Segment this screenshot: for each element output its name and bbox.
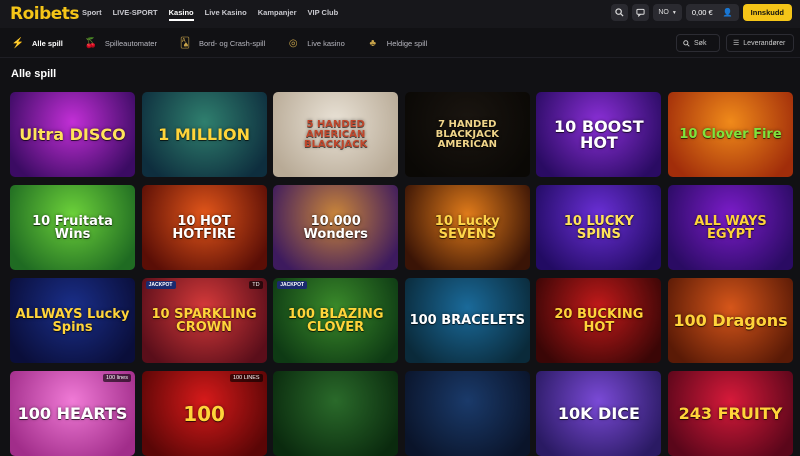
clover-icon: ♣: [369, 37, 377, 49]
search-button[interactable]: Søk: [676, 34, 720, 52]
game-tile[interactable]: 243 FRUITY: [668, 371, 793, 456]
jackpot-badge: JACKPOT: [145, 281, 176, 289]
balance-value: 0,00 €: [691, 8, 713, 17]
game-tile[interactable]: 100 Dragons: [668, 278, 793, 363]
game-title: 10 Fruitata Wins: [32, 213, 113, 242]
game-title: 100 BRACELETS: [409, 313, 526, 328]
game-title: 10 SPARKLING CROWN: [151, 306, 257, 335]
game-title: 5 HANDED AMERICAN BLACKJACK: [304, 118, 368, 150]
game-tile[interactable]: 1 MILLION: [141, 92, 267, 177]
game-tile[interactable]: 10 Fruitata Wins: [10, 185, 135, 270]
tab-label: Heldige spill: [386, 38, 428, 48]
list-icon: ☰: [733, 40, 740, 47]
game-tile[interactable]: 10.000 Wonders: [273, 185, 399, 270]
game-title: Ultra DISCO: [19, 124, 126, 144]
game-title: ALLWAYS Lucky Spins: [15, 306, 130, 335]
language-selector[interactable]: NO ▼: [653, 4, 682, 21]
tab-label: Alle spill: [32, 38, 63, 48]
providers-label: Leverandører: [743, 39, 786, 47]
lines-badge: 100 lines: [102, 374, 131, 382]
tab-live-casino[interactable]: ◎ Live kasino: [287, 37, 345, 49]
game-tile[interactable]: 10 BOOST HOT: [536, 92, 662, 177]
nav-kampanjer[interactable]: Kampanjer: [258, 8, 297, 21]
game-tile[interactable]: 7 HANDED BLACKJACK AMERICAN: [404, 92, 530, 177]
game-title: 7 HANDED BLACKJACK AMERICAN: [435, 118, 499, 150]
game-tile[interactable]: 10 LUCKY SPINS: [536, 185, 662, 270]
game-tile[interactable]: Ultra DISCO: [10, 92, 135, 177]
game-tile[interactable]: 10 Clover Fire: [668, 92, 793, 177]
jackpot-badge: JACKPOT: [277, 281, 308, 289]
roibets-logo[interactable]: Roibets: [10, 4, 80, 24]
game-title: 243 FRUITY: [678, 403, 783, 423]
user-icon: 👤: [722, 8, 733, 17]
chat-button[interactable]: [632, 4, 650, 21]
game-title: 10 HOT HOTFIRE: [172, 213, 236, 242]
search-label: Søk: [694, 39, 707, 47]
game-title: 1 MILLION: [158, 124, 251, 144]
deposit-button[interactable]: Innskudd: [742, 4, 792, 21]
game-title: 20 BUCKING HOT: [554, 306, 644, 335]
tab-lucky-games[interactable]: ♣ Heldige spill: [367, 37, 428, 49]
game-tile[interactable]: ALLWAYS Lucky Spins: [10, 278, 135, 363]
game-tile[interactable]: 10 SPARKLING CROWN TD JACKPOT: [141, 278, 267, 363]
search-icon: [683, 39, 690, 47]
game-tile[interactable]: 100 HEARTS 100 lines: [10, 371, 135, 456]
tab-table-crash[interactable]: 🂡 Bord- og Crash-spill: [179, 37, 265, 49]
search-icon-button[interactable]: [611, 4, 629, 21]
game-tile[interactable]: 10K DICE: [536, 371, 662, 456]
top-navigation-bar: Roibets Sport LIVE-SPORT Kasino Live Kas…: [0, 0, 800, 28]
game-tile[interactable]: 5 HANDED AMERICAN BLACKJACK: [273, 92, 399, 177]
game-tile[interactable]: 10 Lucky SEVENS: [404, 185, 530, 270]
game-title: 10 Lucky SEVENS: [434, 213, 500, 242]
game-tile[interactable]: 10 HOT HOTFIRE: [141, 185, 267, 270]
chevron-down-icon: ▼: [671, 9, 677, 16]
cards-icon: 🂡: [179, 37, 191, 49]
cherry-icon: 🍒: [84, 37, 98, 49]
game-title: 10 LUCKY SPINS: [563, 213, 634, 242]
game-tile[interactable]: ALL WAYS EGYPT: [668, 185, 793, 270]
chat-icon: [636, 8, 645, 17]
td-badge: TD: [249, 281, 263, 289]
game-tile[interactable]: 20 BUCKING HOT: [536, 278, 662, 363]
nav-live-kasino[interactable]: Live Kasino: [205, 8, 247, 21]
tab-all-games[interactable]: ⚡ Alle spill: [12, 37, 63, 49]
game-tile[interactable]: 100 100 LINES: [141, 371, 267, 456]
game-title: ALL WAYS EGYPT: [694, 213, 767, 242]
game-tile[interactable]: 100 BLAZING CLOVER JACKPOT: [273, 278, 399, 363]
main-nav: Sport LIVE-SPORT Kasino Live Kasino Kamp…: [82, 8, 338, 21]
game-title: 100 HEARTS: [17, 403, 128, 423]
lines-badge: 100 LINES: [229, 374, 263, 382]
nav-vip-club[interactable]: VIP Club: [308, 8, 339, 21]
nav-sport[interactable]: Sport: [82, 8, 102, 21]
balance-display[interactable]: 0,00 € 👤: [685, 4, 739, 21]
tab-label: Live kasino: [307, 38, 345, 48]
game-title: 10K DICE: [557, 403, 640, 423]
language-code: NO: [658, 9, 669, 16]
game-title: 10 BOOST HOT: [554, 116, 644, 152]
roulette-icon: ◎: [288, 37, 298, 49]
game-title: 100: [183, 401, 225, 426]
game-tile[interactable]: [404, 371, 530, 456]
game-title: 100 Dragons: [673, 310, 788, 330]
category-tabs: ⚡ Alle spill 🍒 Spilleautomater 🂡 Bord- og C…: [12, 37, 427, 49]
providers-button[interactable]: ☰ Leverandører: [726, 34, 794, 52]
tab-label: Spilleautomater: [104, 38, 157, 48]
game-tile[interactable]: 100 BRACELETS: [404, 278, 530, 363]
lightning-icon: ⚡: [11, 37, 25, 49]
section-title: Alle spill: [11, 68, 57, 80]
nav-live-sport[interactable]: LIVE-SPORT: [113, 8, 158, 21]
tab-slots[interactable]: 🍒 Spilleautomater: [85, 37, 157, 49]
account-controls: NO ▼ 0,00 € 👤 Innskudd: [611, 4, 792, 21]
game-title: 10 Clover Fire: [679, 127, 782, 142]
tab-label: Bord- og Crash-spill: [198, 38, 266, 48]
game-title: 10.000 Wonders: [303, 213, 368, 242]
nav-kasino[interactable]: Kasino: [168, 8, 194, 21]
game-tile[interactable]: [273, 371, 399, 456]
game-title: 100 BLAZING CLOVER: [287, 306, 384, 335]
search-icon: [615, 8, 624, 17]
